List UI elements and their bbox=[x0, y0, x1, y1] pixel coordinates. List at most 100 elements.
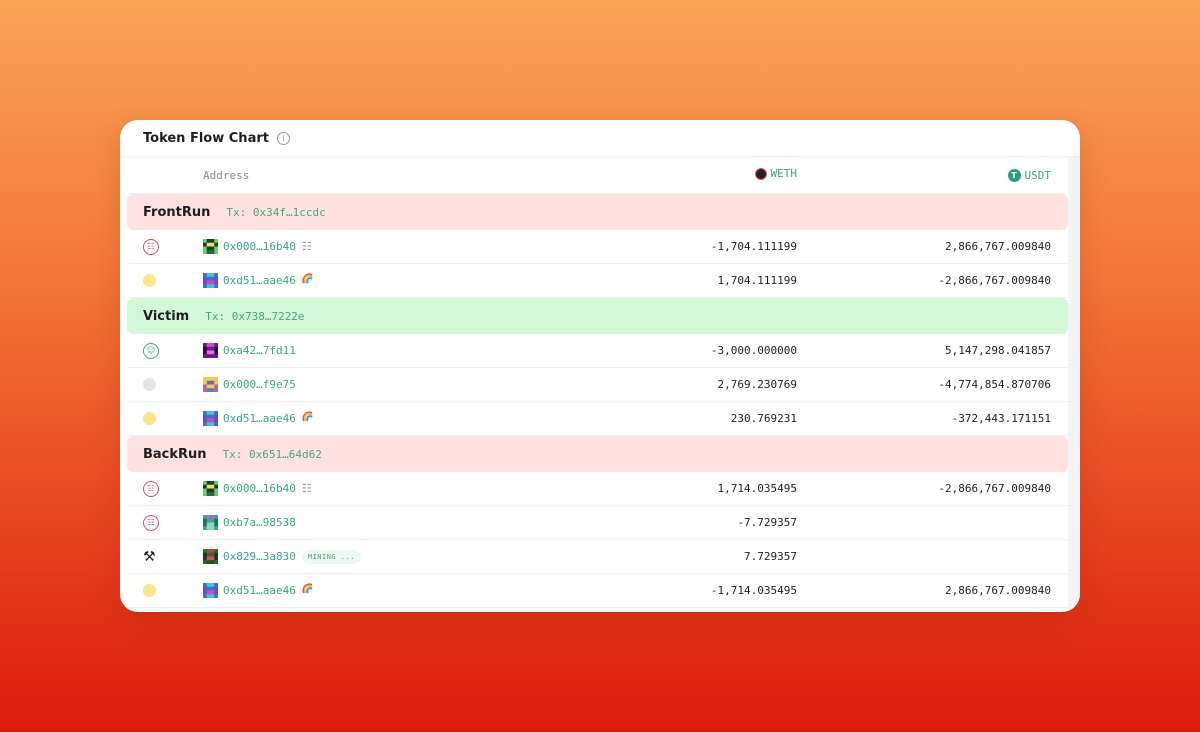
weth-amount: -7.729357 bbox=[737, 516, 797, 529]
row-role-cell: ☷ bbox=[127, 480, 203, 497]
grey-dot-icon bbox=[143, 378, 156, 391]
address-link[interactable]: 0x000…f9e75 bbox=[223, 378, 296, 391]
table-row: ⚒ 0x829…3a830 MINING ... 7.729357 bbox=[127, 540, 1068, 574]
section-victim: Victim Tx: 0x738…7222e bbox=[127, 298, 1068, 334]
token-flow-table: Address WETH T USDT FrontRun Tx: 0x34f…1c… bbox=[127, 157, 1068, 608]
row-role-cell bbox=[127, 412, 203, 425]
red-robot-face-icon: ☷ bbox=[143, 480, 159, 497]
row-role-cell: ☷ bbox=[127, 514, 203, 531]
weth-amount: 230.769231 bbox=[730, 412, 797, 425]
table-row: 0xd51…aae46 230.769231 -372,443.171151 bbox=[127, 402, 1068, 436]
section-frontrun: FrontRun Tx: 0x34f…1ccdc bbox=[127, 194, 1068, 230]
row-role-cell bbox=[127, 584, 203, 597]
row-role-cell: ☷ bbox=[127, 238, 203, 255]
section-tx-link[interactable]: Tx: 0x738…7222e bbox=[205, 310, 304, 323]
row-address-cell: 0xb7a…98538 bbox=[203, 515, 477, 530]
weth-amount: 1,704.111199 bbox=[717, 274, 797, 287]
avatar bbox=[203, 377, 218, 392]
hammer-icon: ⚒ bbox=[143, 548, 156, 565]
usdt-amount: -4,774,854.870706 bbox=[938, 378, 1051, 391]
green-face-icon: ☺ bbox=[143, 342, 159, 359]
weth-amount: -1,704.111199 bbox=[710, 240, 797, 253]
row-role-cell: ☺ bbox=[127, 342, 203, 359]
mining-badge: MINING ... bbox=[301, 549, 362, 564]
avatar bbox=[203, 273, 218, 288]
yellow-dot-icon bbox=[143, 274, 156, 287]
rainbow-icon bbox=[302, 583, 314, 598]
usdt-icon: T bbox=[1007, 169, 1021, 182]
usdt-label: USDT bbox=[1024, 169, 1052, 182]
table-row: ☷ 0x000…16b40 ☷ 1,714.035495 -2,866,767.0098… bbox=[127, 472, 1068, 506]
row-address-cell: 0x000…16b40 ☷ bbox=[203, 239, 477, 254]
address-link[interactable]: 0xa42…7fd11 bbox=[223, 344, 296, 357]
avatar bbox=[203, 343, 218, 358]
header-address: Address bbox=[203, 168, 250, 182]
address-link[interactable]: 0x829…3a830 bbox=[223, 550, 296, 563]
usdt-amount: 2,866,767.009840 bbox=[945, 584, 1051, 597]
section-title: Victim bbox=[143, 308, 190, 324]
token-flow-card: Token Flow Chart i Address WETH T USDT F… bbox=[120, 120, 1080, 612]
usdt-amount: -2,866,767.009840 bbox=[938, 482, 1051, 495]
info-icon[interactable]: i bbox=[276, 131, 290, 145]
avatar bbox=[203, 583, 218, 598]
sections: FrontRun Tx: 0x34f…1ccdc ☷ 0x000…16b40 ☷ -1,7… bbox=[127, 194, 1068, 608]
row-role-cell: ⚒ bbox=[127, 549, 203, 565]
row-role-cell bbox=[127, 274, 203, 287]
weth-amount: -1,714.035495 bbox=[710, 584, 797, 597]
row-role-cell bbox=[127, 378, 203, 391]
section-tx-link[interactable]: Tx: 0x651…64d62 bbox=[223, 448, 322, 461]
yellow-dot-icon bbox=[143, 412, 156, 425]
weth-label: WETH bbox=[770, 167, 798, 181]
section-backrun: BackRun Tx: 0x651…64d62 bbox=[127, 436, 1068, 472]
scrollbar-track[interactable] bbox=[1068, 157, 1080, 612]
usdt-amount: -372,443.171151 bbox=[951, 412, 1051, 425]
red-robot-face-icon: ☷ bbox=[143, 514, 159, 531]
weth-amount: -3,000.000000 bbox=[710, 344, 797, 357]
robot-icon: ☷ bbox=[301, 240, 312, 253]
row-address-cell: 0xd51…aae46 bbox=[203, 273, 477, 288]
row-address-cell: 0xd51…aae46 bbox=[203, 583, 477, 598]
address-link[interactable]: 0xb7a…98538 bbox=[223, 516, 296, 529]
row-address-cell: 0x000…f9e75 bbox=[203, 377, 477, 392]
address-link[interactable]: 0x000…16b40 bbox=[223, 482, 296, 495]
table-row: 0x000…f9e75 2,769.230769 -4,774,854.870706 bbox=[127, 368, 1068, 402]
avatar bbox=[203, 239, 218, 254]
weth-icon bbox=[754, 167, 767, 180]
row-address-cell: 0x829…3a830 MINING ... bbox=[203, 549, 477, 564]
weth-amount: 1,714.035495 bbox=[717, 482, 797, 495]
row-address-cell: 0xd51…aae46 bbox=[203, 411, 477, 426]
red-robot-face-icon: ☷ bbox=[143, 238, 159, 255]
section-title: FrontRun bbox=[143, 204, 211, 220]
address-link[interactable]: 0xd51…aae46 bbox=[223, 412, 296, 425]
table-row: 0xd51…aae46 -1,714.035495 2,866,767.009840 bbox=[127, 574, 1068, 608]
address-link[interactable]: 0x000…16b40 bbox=[223, 240, 296, 253]
address-link[interactable]: 0xd51…aae46 bbox=[223, 274, 296, 287]
row-address-cell: 0x000…16b40 ☷ bbox=[203, 481, 477, 496]
usdt-amount: 5,147,298.041857 bbox=[945, 344, 1051, 357]
avatar bbox=[203, 515, 218, 530]
usdt-amount: 2,866,767.009840 bbox=[945, 240, 1051, 253]
section-tx-link[interactable]: Tx: 0x34f…1ccdc bbox=[226, 206, 325, 219]
usdt-amount: -2,866,767.009840 bbox=[938, 274, 1051, 287]
robot-icon: ☷ bbox=[301, 482, 312, 495]
table-header: Address WETH T USDT bbox=[127, 157, 1068, 194]
avatar bbox=[203, 411, 218, 426]
table-row: ☷ 0x000…16b40 ☷ -1,704.111199 2,866,767.0098… bbox=[127, 230, 1068, 264]
card-title: Token Flow Chart bbox=[143, 130, 269, 146]
section-title: BackRun bbox=[143, 446, 207, 462]
address-link[interactable]: 0xd51…aae46 bbox=[223, 584, 296, 597]
row-address-cell: 0xa42…7fd11 bbox=[203, 343, 477, 358]
card-header: Token Flow Chart i bbox=[120, 120, 1080, 157]
avatar bbox=[203, 549, 218, 564]
header-usdt[interactable]: T USDT bbox=[797, 168, 1051, 182]
table-row: 0xd51…aae46 1,704.111199 -2,866,767.009840 bbox=[127, 264, 1068, 298]
avatar bbox=[203, 481, 218, 496]
yellow-dot-icon bbox=[143, 584, 156, 597]
rainbow-icon bbox=[302, 273, 314, 288]
weth-amount: 2,769.230769 bbox=[717, 378, 797, 391]
weth-amount: 7.729357 bbox=[744, 550, 797, 563]
rainbow-icon bbox=[302, 411, 314, 426]
table-row: ☷ 0xb7a…98538 -7.729357 bbox=[127, 506, 1068, 540]
header-weth[interactable]: WETH bbox=[477, 167, 797, 183]
table-row: ☺ 0xa42…7fd11 -3,000.000000 5,147,298.04185… bbox=[127, 334, 1068, 368]
